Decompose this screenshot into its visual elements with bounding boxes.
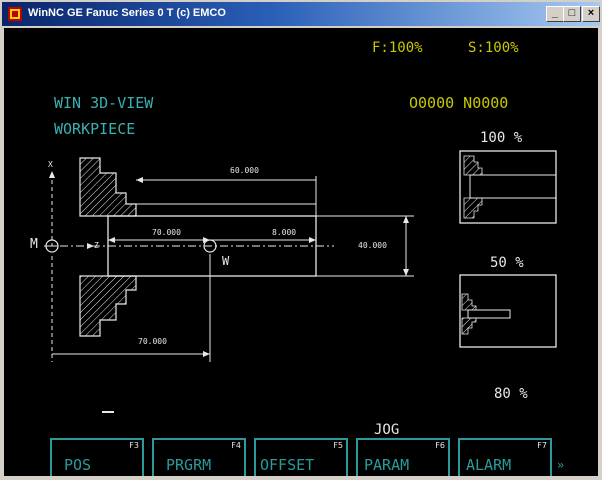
softkey-prgrm[interactable]: F4 PRGRM xyxy=(152,438,246,476)
softkey-label: POS xyxy=(64,456,92,474)
chuck-upper xyxy=(79,157,137,217)
app-icon xyxy=(8,7,22,21)
softkey-label: ALARM xyxy=(466,456,512,474)
mode-indicator: JOG xyxy=(374,422,400,438)
zoom-label-middle: 50 % xyxy=(490,255,524,271)
z-axis-arrow xyxy=(87,243,94,249)
softkey-label: PRGRM xyxy=(166,456,212,474)
workpiece-drawing xyxy=(44,150,557,413)
zoom-label-bottom: 80 % xyxy=(494,386,528,402)
workpiece-zero-label: W xyxy=(222,254,230,268)
title-bar[interactable]: WinNC GE Fanuc Series 0 T (c) EMCO _ □ × xyxy=(2,2,600,26)
softkey-fkey: F5 xyxy=(333,441,343,450)
softkey-fkey: F6 xyxy=(435,441,445,450)
dim-label-top: 60.000 xyxy=(230,166,259,175)
machine-zero-label: M xyxy=(30,237,38,252)
softkey-label: OFFSET xyxy=(260,456,315,474)
x-axis-arrow xyxy=(49,171,55,178)
dim-label-mid-right: 8.000 xyxy=(272,228,297,237)
close-button[interactable]: × xyxy=(582,6,600,22)
z-axis-label: Z xyxy=(94,241,99,250)
softkey-pos[interactable]: F3 POS xyxy=(50,438,144,476)
app-window: WinNC GE Fanuc Series 0 T (c) EMCO _ □ ×… xyxy=(0,0,602,480)
softkey-fkey: F7 xyxy=(537,441,547,450)
dim-label-diameter: 40.000 xyxy=(358,241,387,250)
minimize-button[interactable]: _ xyxy=(546,6,564,22)
zoom-label-top: 100 % xyxy=(480,130,523,146)
dim-label-bottom: 70.000 xyxy=(138,337,167,346)
window-title: WinNC GE Fanuc Series 0 T (c) EMCO xyxy=(28,7,226,19)
softkey-fkey: F3 xyxy=(129,441,139,450)
x-axis-label: X xyxy=(48,160,53,169)
more-softkeys-icon[interactable]: » xyxy=(557,458,564,472)
preview-100 xyxy=(459,150,557,224)
chuck-lower xyxy=(79,275,137,337)
cnc-screen: F:100% S:100% WIN 3D-VIEW WORKPIECE O000… xyxy=(4,28,598,476)
softkey-alarm[interactable]: F7 ALARM xyxy=(458,438,552,476)
dim-label-mid-left: 70.000 xyxy=(152,228,181,237)
softkey-offset[interactable]: F5 OFFSET xyxy=(254,438,348,476)
softkey-param[interactable]: F6 PARAM xyxy=(356,438,450,476)
softkey-fkey: F4 xyxy=(231,441,241,450)
maximize-button[interactable]: □ xyxy=(563,6,581,22)
preview-50 xyxy=(459,274,557,348)
softkey-label: PARAM xyxy=(364,456,410,474)
